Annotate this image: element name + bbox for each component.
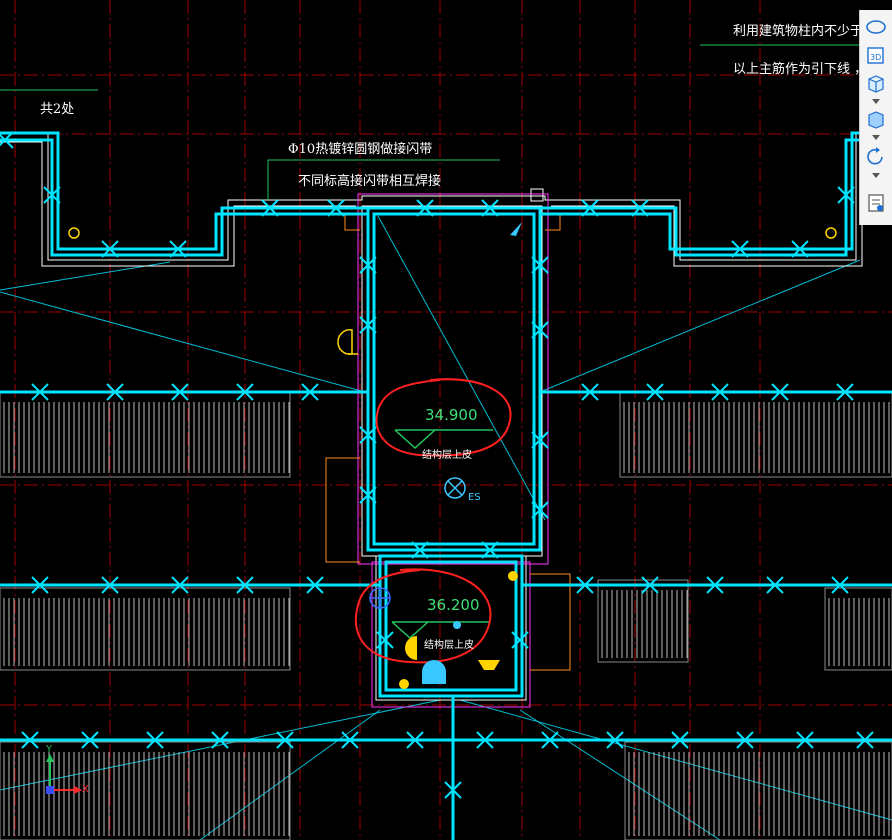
elevation-value-upper: 34.900	[425, 406, 478, 424]
elevation-value-lower: 36.200	[427, 596, 480, 614]
chevron-down-icon[interactable]	[871, 98, 881, 106]
strip-note-line2: 不同标高接闪带相互焊接	[298, 174, 442, 189]
left-count-note: 共2处	[40, 102, 75, 117]
lightning-strip	[0, 131, 892, 840]
strip-note-line1: Φ10热镀锌圆钢做接闪带	[288, 142, 433, 157]
ucs-y-label: Y	[46, 744, 53, 755]
view-cube-icon[interactable]	[863, 72, 889, 94]
strip-support-markers	[0, 131, 874, 799]
3d-view-icon[interactable]: 3D	[863, 44, 889, 66]
guide-lines	[0, 215, 892, 840]
view-sphere-icon[interactable]	[863, 16, 889, 38]
view-box-icon[interactable]	[863, 108, 889, 130]
exhaust-fan-tag: ES	[468, 492, 481, 503]
railing-hatch	[3, 402, 890, 836]
chevron-down-icon[interactable]	[871, 172, 881, 180]
svg-text:3D: 3D	[870, 53, 881, 62]
ucs-x-label: X	[82, 784, 89, 795]
elevation-label-lower: 结构层上皮	[424, 640, 474, 651]
view-toolbar: 3D	[859, 10, 892, 225]
chevron-down-icon[interactable]	[871, 134, 881, 142]
elevation-label-upper: 结构层上皮	[422, 450, 472, 461]
orbit-icon[interactable]	[863, 146, 889, 168]
properties-icon[interactable]	[863, 192, 889, 214]
